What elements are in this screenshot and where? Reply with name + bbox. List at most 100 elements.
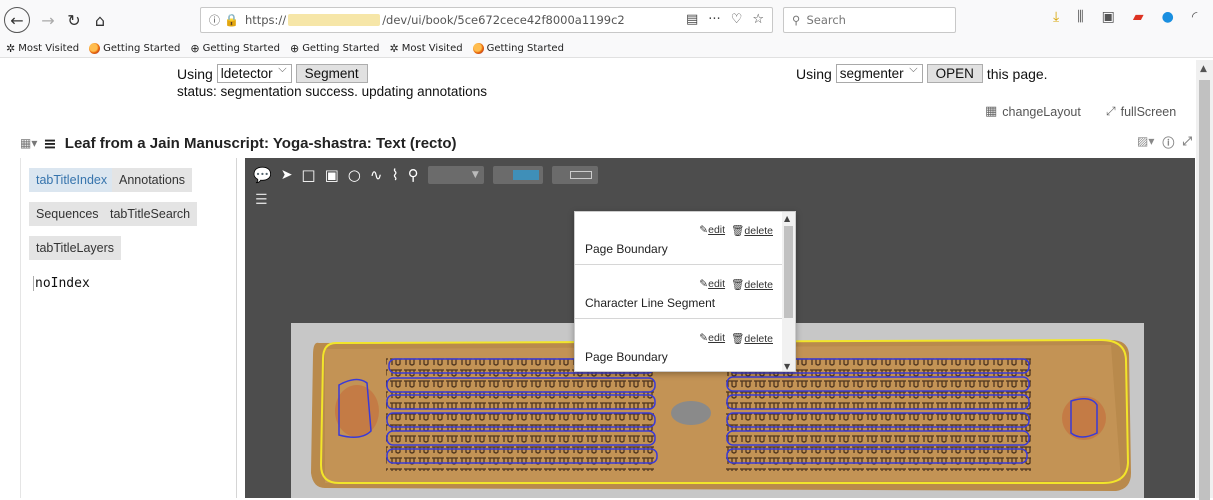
stroke-color-picker[interactable] bbox=[492, 166, 543, 184]
forward-arrow-icon[interactable]: → bbox=[36, 8, 60, 32]
annotation-item[interactable]: ✎edit 🗑delete Character Line Segment bbox=[575, 266, 783, 319]
using-label: Using bbox=[177, 65, 213, 82]
tab-search[interactable]: tabTitleSearch bbox=[103, 202, 198, 226]
change-layout-link[interactable]: ▦ changeLayout bbox=[985, 104, 1081, 119]
info-icon[interactable]: ⓘ bbox=[1162, 134, 1174, 151]
edit-icon[interactable]: ✎edit bbox=[699, 224, 725, 237]
pointer-icon[interactable]: ➤ bbox=[281, 167, 293, 183]
search-placeholder: Search bbox=[806, 13, 846, 27]
url-bar[interactable]: ⓘ 🔒 https:// /dev/ui/book/5ce672cece42f8… bbox=[200, 7, 773, 33]
bookmark-most-visited[interactable]: ✲ Most Visited bbox=[390, 42, 463, 55]
browser-extensions: ⤓ ⫼ ▣ ▰ ● ◜ bbox=[1053, 9, 1197, 25]
reader-view-icon[interactable]: ▤ bbox=[686, 12, 698, 27]
bookmark-star-icon[interactable]: ☆ bbox=[752, 12, 764, 27]
segment-button[interactable]: Segment bbox=[295, 64, 368, 83]
bookmark-getting-started[interactable]: Getting Started bbox=[472, 43, 564, 54]
expand-icon: ⤢ bbox=[1106, 104, 1116, 118]
page-scrollbar[interactable]: ▲ bbox=[1196, 60, 1213, 500]
page-actions-icon[interactable]: ··· bbox=[708, 12, 720, 27]
box-tool-icon[interactable]: ▣ bbox=[325, 166, 339, 184]
delete-icon[interactable]: 🗑delete bbox=[731, 224, 773, 237]
color-swatch bbox=[512, 170, 539, 180]
popup-scroll-thumb[interactable] bbox=[784, 226, 793, 318]
sidebar-icon[interactable]: ▣ bbox=[1102, 9, 1115, 25]
fill-swatch bbox=[569, 171, 592, 179]
scroll-up-icon[interactable]: ▲ bbox=[1200, 64, 1207, 74]
url-path: /dev/ui/book/5ce672cece42f8000a1199c2 bbox=[382, 13, 625, 27]
comments-icon[interactable]: 💬 bbox=[253, 166, 272, 184]
line-style-select[interactable]: ▼ bbox=[427, 166, 484, 184]
menu-extension-icon[interactable]: ◜ bbox=[1192, 9, 1197, 25]
scroll-up-icon[interactable]: ▲ bbox=[784, 214, 790, 223]
popup-scrollbar[interactable]: ▲ ▼ bbox=[782, 212, 795, 371]
hamburger-menu-icon[interactable]: ≡ bbox=[43, 134, 56, 153]
url-redacted bbox=[288, 14, 381, 26]
lock-icon: 🔒 bbox=[224, 13, 239, 27]
detector-select[interactable]: ldetector bbox=[216, 62, 292, 83]
gear-icon: ✲ bbox=[389, 42, 399, 55]
pin-tool-icon[interactable]: ⚲ bbox=[408, 166, 419, 184]
annotation-label: Character Line Segment bbox=[585, 296, 716, 310]
scroll-down-icon[interactable]: ▼ bbox=[784, 362, 790, 371]
download-icon[interactable]: ⤓ bbox=[1053, 9, 1059, 25]
fill-color-picker[interactable] bbox=[551, 166, 598, 184]
tab-layers[interactable]: tabTitleLayers bbox=[29, 236, 122, 260]
image-tools-icon[interactable]: ▨▾ bbox=[1137, 134, 1154, 151]
this-page-label: this page. bbox=[986, 65, 1048, 82]
url-prefix: https:// bbox=[244, 13, 287, 27]
annotation-label: Page Boundary bbox=[585, 242, 668, 256]
globe-icon: ⊕ bbox=[289, 42, 300, 55]
tab-annotations[interactable]: Annotations bbox=[112, 168, 193, 192]
using-label: Using bbox=[796, 65, 832, 82]
annotation-item[interactable]: ✎edit 🗑delete Page Boundary bbox=[575, 212, 783, 265]
layout-grid-icon: ▦ bbox=[985, 104, 998, 119]
bookmark-most-visited[interactable]: ✲ Most Visited bbox=[6, 42, 79, 55]
maximize-icon[interactable]: ⤢ bbox=[1182, 134, 1192, 151]
bookmark-getting-started[interactable]: ⊕ Getting Started bbox=[190, 42, 280, 55]
home-icon[interactable]: ⌂ bbox=[88, 8, 112, 32]
globe-icon: ⊕ bbox=[190, 42, 200, 55]
segmenter-select[interactable]: segmenter bbox=[835, 62, 923, 83]
reload-icon[interactable]: ↻ bbox=[62, 8, 86, 32]
delete-icon[interactable]: 🗑delete bbox=[731, 278, 773, 291]
edit-icon[interactable]: ✎edit bbox=[699, 278, 725, 291]
tab-index[interactable]: tabTitleIndex bbox=[29, 168, 115, 192]
edit-icon[interactable]: ✎edit bbox=[699, 332, 725, 345]
annotation-label: Page Boundary bbox=[585, 350, 668, 364]
bookmark-getting-started[interactable]: Getting Started bbox=[89, 43, 180, 54]
window-titlebar: ▦▾ ≡ Leaf from a Jain Manuscript: Yoga-s… bbox=[20, 128, 1192, 158]
open-button[interactable]: OPEN bbox=[926, 64, 983, 83]
browser-toolbar: ← → ↻ ⌂ ⓘ 🔒 https:// /dev/ui/book/5ce672… bbox=[0, 0, 1213, 40]
rectangle-tool-icon[interactable]: □ bbox=[301, 166, 315, 184]
image-adjust-icon[interactable]: ☰ bbox=[255, 192, 268, 208]
fullscreen-link[interactable]: ⤢ fullScreen bbox=[1106, 104, 1176, 119]
delete-icon[interactable]: 🗑delete bbox=[731, 332, 773, 345]
polyline-tool-icon[interactable]: ⌇ bbox=[391, 166, 398, 184]
annotation-toolbar: 💬 ➤ □ ▣ ○ ∿ ⌇ ⚲ ▼ bbox=[253, 166, 598, 184]
scrollbar-thumb[interactable] bbox=[1199, 80, 1210, 500]
freehand-tool-icon[interactable]: ∿ bbox=[370, 166, 383, 184]
circle-extension-icon[interactable]: ● bbox=[1162, 9, 1174, 25]
back-arrow-icon[interactable]: ← bbox=[4, 7, 30, 33]
no-index-text: noIndex bbox=[33, 276, 90, 291]
window-menu-icon[interactable]: ▦▾ bbox=[20, 136, 37, 150]
info-icon[interactable]: ⓘ bbox=[209, 12, 220, 28]
firefox-icon bbox=[472, 43, 484, 54]
search-input[interactable]: ⚲ Search bbox=[783, 7, 956, 33]
firefox-icon bbox=[89, 43, 101, 54]
annotations-popup[interactable]: ✎edit 🗑delete Page Boundary ✎edit 🗑delet… bbox=[574, 211, 796, 372]
bookmark-getting-started[interactable]: ⊕ Getting Started bbox=[290, 42, 380, 55]
pocket-icon[interactable]: ♡ bbox=[731, 12, 743, 27]
manifest-title: Leaf from a Jain Manuscript: Yoga-shastr… bbox=[64, 134, 457, 152]
gear-icon: ✲ bbox=[6, 42, 16, 55]
annotation-item[interactable]: ✎edit 🗑delete Page Boundary bbox=[575, 320, 783, 371]
extension-icon[interactable]: ▰ bbox=[1133, 9, 1144, 25]
segmentation-status: status: segmentation success. updating a… bbox=[177, 84, 487, 99]
library-icon[interactable]: ⫼ bbox=[1077, 9, 1083, 25]
segment-controls: Using ldetector Segment bbox=[177, 62, 368, 83]
ellipse-tool-icon[interactable]: ○ bbox=[348, 166, 361, 184]
bookmarks-bar: ✲ Most Visited Getting Started ⊕ Getting S… bbox=[0, 40, 1213, 58]
segmenter-controls: Using segmenter OPEN this page. bbox=[796, 62, 1048, 83]
search-icon: ⚲ bbox=[792, 13, 801, 27]
tab-sequences[interactable]: Sequences bbox=[29, 202, 106, 226]
